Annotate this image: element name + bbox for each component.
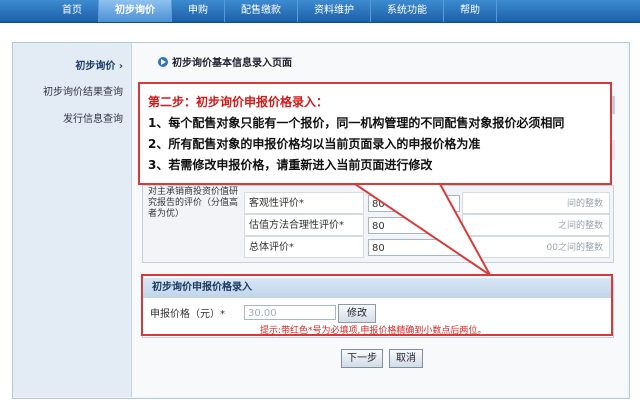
- callout-line-3: 3、若需修改申报价格，请重新进入当前页面进行修改: [148, 158, 433, 172]
- overall-evaluation-score-input[interactable]: 80: [368, 239, 460, 256]
- objectivity-hint: 间的整数: [462, 192, 610, 214]
- nav-subscription[interactable]: 申购: [172, 0, 225, 22]
- declared-price-label: 申报价格（元）*: [150, 309, 225, 320]
- instruction-callout: 第二步：初步询价申报价格录入： 1、每个配售对象只能有一个报价，同一机构管理的不…: [138, 82, 612, 185]
- play-circle-icon: [158, 56, 168, 67]
- sidebar: 初步询价 › 初步询价结果查询 发行信息查询: [13, 43, 132, 397]
- sidebar-item-issuance-info-query[interactable]: 发行信息查询: [63, 110, 123, 125]
- page-title-text: 初步询价基本信息录入页面: [172, 58, 292, 69]
- declared-price-input[interactable]: 30.00: [244, 305, 336, 320]
- page-title: 初步询价基本信息录入页面: [158, 54, 292, 69]
- valuation-method-score-input[interactable]: 80: [368, 217, 460, 234]
- nav-preliminary-inquiry[interactable]: 初步询价: [99, 0, 172, 22]
- callout-line-2: 2、所有配售对象的申报价格均以当前页面录入的申报价格为准: [148, 137, 481, 151]
- valuation-method-label: 估值方法合理性评价*: [244, 214, 364, 236]
- top-navigation-bar: 首页 初步询价 申购 配售缴款 资料维护 系统功能 帮助: [0, 0, 640, 23]
- nav-home[interactable]: 首页: [46, 0, 99, 22]
- nav-data-maintenance[interactable]: 资料维护: [298, 0, 371, 22]
- nav-allotment-payment[interactable]: 配售缴款: [225, 0, 298, 22]
- overall-evaluation-hint: 00之间的整数: [462, 236, 610, 258]
- evaluation-label: 对主承销商投资价值研究报告的评价（分值高者为优）: [148, 187, 239, 219]
- callout-line-1: 1、每个配售对象只能有一个报价，同一机构管理的不同配售对象报价必须相同: [148, 116, 565, 130]
- nav-help[interactable]: 帮助: [444, 0, 497, 22]
- main-nav: 首页 初步询价 申购 配售缴款 资料维护 系统功能 帮助: [46, 0, 497, 22]
- sidebar-item-label: 初步询价: [75, 61, 116, 72]
- overall-evaluation-label: 总体评价*: [244, 236, 364, 258]
- cancel-button[interactable]: 取消: [389, 349, 423, 368]
- callout-heading: 第二步：初步询价申报价格录入：: [148, 95, 329, 109]
- price-entry-header: 初步询价申报价格录入: [142, 278, 612, 298]
- objectivity-label: 客观性评价*: [244, 192, 364, 214]
- valuation-method-hint: 之间的整数: [462, 214, 610, 236]
- next-step-button[interactable]: 下一步: [341, 349, 383, 368]
- required-field-tip: 提示:带红色*号为必填项,申报价格精确到小数点后两位。: [260, 326, 487, 336]
- nav-system-functions[interactable]: 系统功能: [371, 0, 444, 22]
- sidebar-item-preliminary-inquiry[interactable]: 初步询价 ›: [75, 57, 123, 72]
- objectivity-score-input[interactable]: 80: [368, 195, 460, 212]
- sidebar-item-inquiry-result-query[interactable]: 初步询价结果查询: [43, 83, 123, 98]
- modify-button[interactable]: 修改: [338, 304, 376, 323]
- chevron-right-icon: ›: [118, 61, 123, 72]
